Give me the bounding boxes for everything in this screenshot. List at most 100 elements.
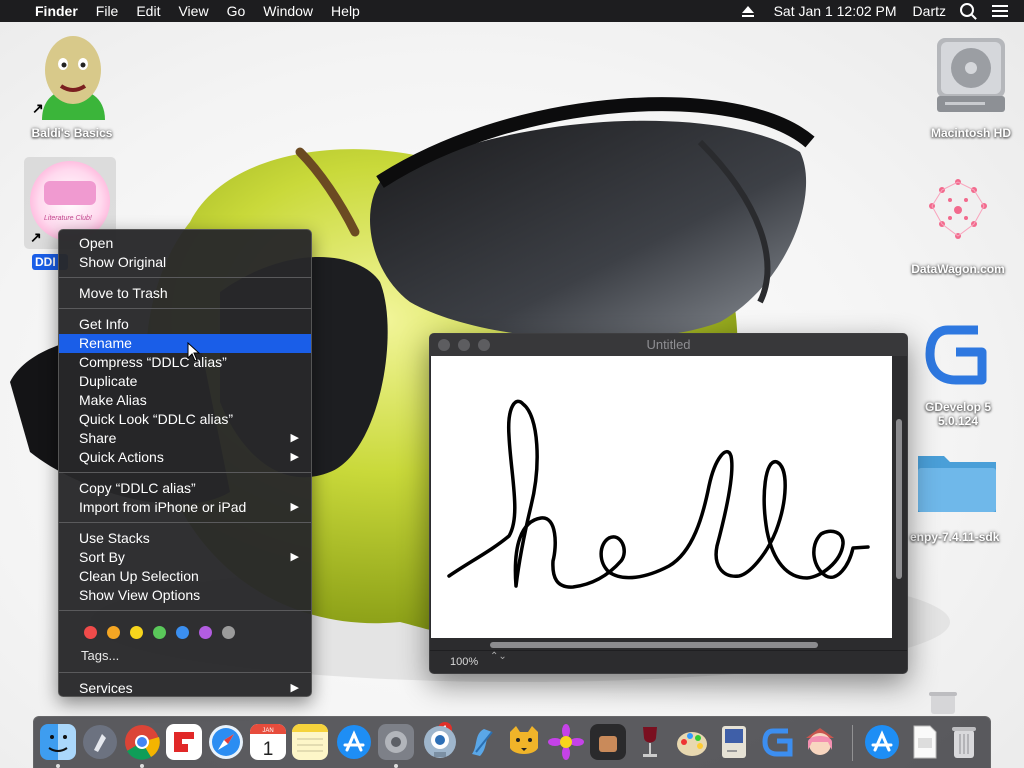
datawagon-pattern-icon — [929, 179, 987, 239]
dock-paint-icon[interactable] — [674, 724, 710, 760]
trash-peek-icon — [929, 692, 957, 714]
dock-trash-icon[interactable] — [946, 724, 982, 760]
ctx-share[interactable]: Share ▶ — [59, 429, 311, 448]
submenu-arrow-icon: ▶ — [290, 682, 299, 694]
ddlc-logo-badge — [44, 181, 96, 205]
tag-orange-icon[interactable] — [107, 625, 120, 639]
spotlight-search-icon[interactable] — [960, 3, 974, 17]
tag-yellow-icon[interactable] — [130, 625, 143, 639]
tag-gray-icon[interactable] — [222, 625, 235, 639]
ctx-compress[interactable]: Compress “DDLC alias” — [59, 353, 311, 372]
menu-user[interactable]: Dartz — [905, 0, 954, 22]
dock-cheetah-icon[interactable] — [506, 724, 542, 760]
eject-icon[interactable] — [741, 5, 754, 17]
ctx-show-view-options[interactable]: Show View Options — [59, 586, 311, 605]
zoom-level: 100% — [450, 656, 479, 668]
menu-help[interactable]: Help — [322, 0, 369, 22]
alias-arrow-icon: ↗ — [32, 100, 44, 116]
ctx-move-to-trash[interactable]: Move to Trash — [59, 284, 311, 303]
dock-chrome-icon[interactable] — [124, 724, 160, 760]
alias-arrow-icon: ↗ — [30, 229, 42, 245]
dock-document-icon[interactable] — [906, 724, 942, 760]
menu-window[interactable]: Window — [254, 0, 322, 22]
dock-script-editor-icon[interactable] — [464, 724, 500, 760]
menu-separator — [59, 308, 311, 309]
running-indicator — [56, 764, 60, 768]
running-indicator — [394, 764, 398, 768]
dock-notes-icon[interactable] — [292, 724, 328, 760]
dock-app-store-2-icon[interactable] — [864, 724, 900, 760]
desktop-icon-datawagon[interactable]: DataWagon.com — [900, 172, 1016, 276]
dock-vintage-mac-icon[interactable] — [716, 724, 752, 760]
desktop-icon-renpy-folder[interactable]: enpy-7.4.11-sdk — [900, 448, 1024, 544]
ctx-tags[interactable]: Tags... — [59, 645, 311, 667]
horizontal-scrollbar[interactable] — [490, 642, 818, 648]
svg-text:JAN: JAN — [262, 728, 273, 734]
desktop-icon-gdevelop[interactable]: GDevelop 5 5.0.124 — [908, 318, 1008, 428]
ctx-duplicate[interactable]: Duplicate — [59, 372, 311, 391]
dock-anime-character-icon[interactable] — [802, 724, 838, 760]
ctx-clean-up-selection[interactable]: Clean Up Selection — [59, 567, 311, 586]
ctx-open[interactable]: Open — [59, 234, 311, 253]
dock-webcam-icon[interactable] — [422, 724, 458, 760]
tag-red-icon[interactable] — [84, 625, 97, 639]
ctx-rename[interactable]: Rename — [59, 334, 311, 353]
drawing-canvas[interactable]: hello — [431, 356, 892, 638]
menu-edit[interactable]: Edit — [127, 0, 169, 22]
menu-clock[interactable]: Sat Jan 1 12:02 PM — [766, 0, 905, 22]
gdevelop-icon — [925, 325, 987, 385]
menu-view[interactable]: View — [169, 0, 217, 22]
dock-wine-icon[interactable] — [632, 724, 668, 760]
handwritten-hello-drawing: hello — [447, 399, 870, 589]
ctx-get-info[interactable]: Get Info — [59, 315, 311, 334]
ctx-make-alias[interactable]: Make Alias — [59, 391, 311, 410]
hard-drive-icon — [937, 38, 1005, 112]
dock-flipboard-icon[interactable] — [166, 724, 202, 760]
submenu-arrow-icon: ▶ — [290, 501, 299, 513]
ctx-use-stacks[interactable]: Use Stacks — [59, 529, 311, 548]
desktop-icon-macintosh-hd[interactable]: Macintosh HD — [918, 36, 1024, 140]
menu-separator — [59, 672, 311, 673]
zoom-stepper-icon[interactable]: ⌃⌄ — [490, 652, 507, 662]
menu-separator — [59, 277, 311, 278]
context-menu: Open Show Original Move to Trash Get Inf… — [58, 229, 312, 697]
ctx-import-from-iphone[interactable]: Import from iPhone or iPad ▶ — [59, 498, 311, 517]
tag-green-icon[interactable] — [153, 625, 166, 639]
vertical-scrollbar[interactable] — [896, 419, 902, 579]
ddlc-logo-text: Literature Club! — [44, 215, 92, 222]
desktop-icon-label: Macintosh HD — [930, 126, 1011, 140]
dock-gdevelop-icon[interactable] — [760, 724, 796, 760]
menu-go[interactable]: Go — [218, 0, 255, 22]
desktop-icon-label: enpy-7.4.11-sdk — [910, 530, 1000, 544]
desktop-icon-label-line1: GDevelop 5 — [924, 400, 992, 414]
window-titlebar[interactable]: Untitled — [430, 334, 907, 356]
dock-flower-app-icon[interactable] — [548, 724, 584, 760]
ctx-copy[interactable]: Copy “DDLC alias” — [59, 479, 311, 498]
submenu-arrow-icon: ▶ — [290, 432, 299, 444]
menu-file[interactable]: File — [87, 0, 128, 22]
notification-center-icon[interactable] — [992, 5, 1008, 17]
desktop-icon-baldis-basics[interactable]: ↗ Baldi's Basics — [24, 34, 120, 140]
ctx-quick-actions[interactable]: Quick Actions ▶ — [59, 448, 311, 467]
dock-safari-icon[interactable] — [208, 724, 244, 760]
submenu-arrow-icon: ▶ — [290, 451, 299, 463]
dock-finder-icon[interactable] — [40, 724, 76, 760]
menu-separator — [59, 610, 311, 611]
ctx-quick-actions-label: Quick Actions — [79, 449, 164, 465]
dock-dark-app-icon[interactable] — [590, 724, 626, 760]
dock-system-preferences-icon[interactable] — [378, 724, 414, 760]
ctx-services[interactable]: Services ▶ — [59, 679, 311, 698]
window-title: Untitled — [646, 337, 691, 352]
tag-purple-icon[interactable] — [199, 625, 212, 639]
menu-finder[interactable]: Finder — [26, 0, 87, 22]
desktop-icon-label: DataWagon.com — [911, 262, 1005, 276]
dock-app-store-icon[interactable] — [336, 724, 372, 760]
ctx-sort-by[interactable]: Sort By ▶ — [59, 548, 311, 567]
dock-calendar-icon[interactable]: JAN 1 — [250, 724, 286, 760]
dock-separator — [852, 725, 853, 761]
ctx-quick-look[interactable]: Quick Look “DDLC alias” — [59, 410, 311, 429]
dock-launchpad-icon[interactable] — [82, 724, 118, 760]
ctx-show-original[interactable]: Show Original — [59, 253, 311, 272]
menu-bar: Finder File Edit View Go Window Help Sat… — [0, 0, 1024, 22]
tag-blue-icon[interactable] — [176, 625, 189, 639]
